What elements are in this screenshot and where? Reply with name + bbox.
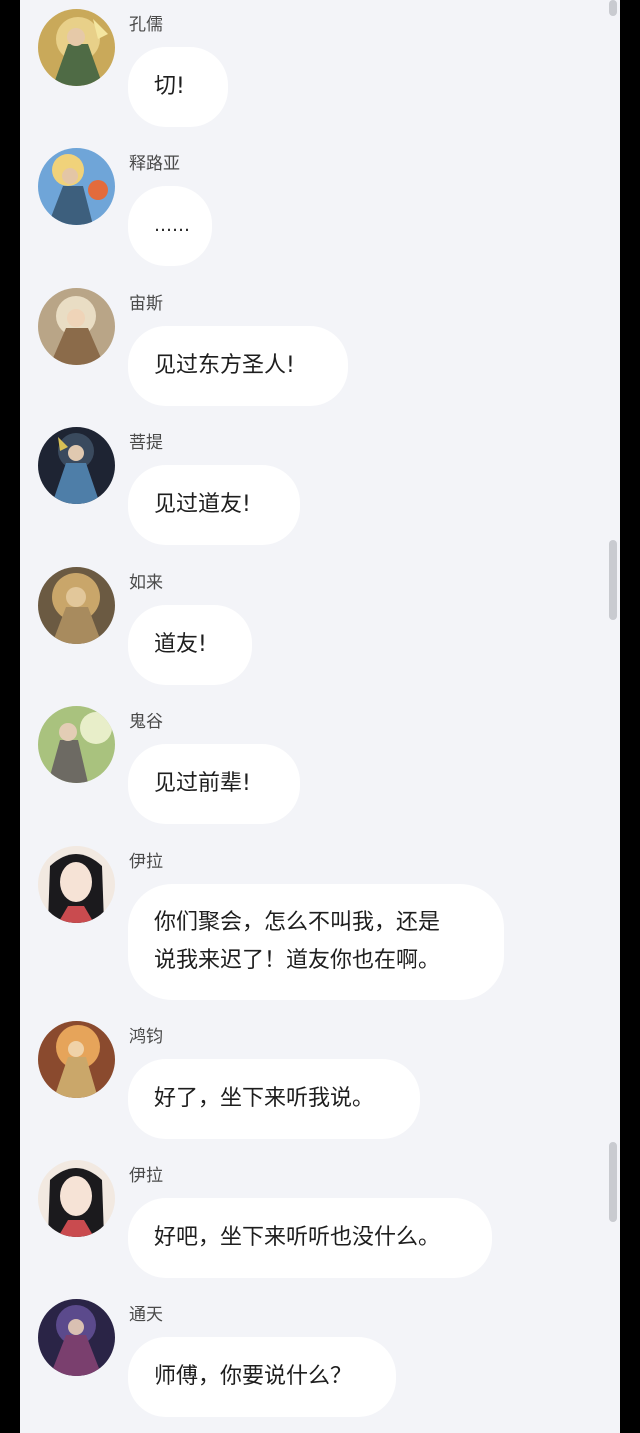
message-text: 师傅，你要说什么？ xyxy=(154,1364,353,1389)
avatar[interactable] xyxy=(38,706,115,783)
message-bubble[interactable]: 师傅，你要说什么？ xyxy=(128,1337,396,1417)
avatar[interactable] xyxy=(38,288,115,365)
message-bubble[interactable]: 见过前辈! xyxy=(128,744,300,824)
message-text: 道友! xyxy=(154,632,207,657)
avatar[interactable] xyxy=(38,567,115,644)
message-text: 你们聚会，怎么不叫我，还是 xyxy=(154,910,441,935)
avatar[interactable] xyxy=(38,148,115,225)
avatar[interactable] xyxy=(38,9,115,86)
message-bubble[interactable]: 道友! xyxy=(128,605,252,685)
message-bubble[interactable]: 你们聚会，怎么不叫我，还是 说我来迟了！道友你也在啊。 xyxy=(128,884,504,1000)
avatar[interactable] xyxy=(38,427,115,504)
message-text: 切! xyxy=(154,74,185,99)
message-bubble[interactable]: …… xyxy=(128,186,212,266)
sender-name: 鬼谷 xyxy=(129,712,163,732)
message-bubble[interactable]: 见过东方圣人! xyxy=(128,326,348,406)
message-text: 好了，坐下来听我说。 xyxy=(154,1086,375,1111)
avatar[interactable] xyxy=(38,1160,115,1237)
message-bubble[interactable]: 好了，坐下来听我说。 xyxy=(128,1059,420,1139)
message-bubble[interactable]: 好吧，坐下来听听也没什么。 xyxy=(128,1198,492,1278)
message-text: 说我来迟了！道友你也在啊。 xyxy=(154,948,441,973)
sender-name: 伊拉 xyxy=(129,1166,163,1186)
sender-name: 释路亚 xyxy=(129,154,180,174)
message-bubble[interactable]: 见过道友! xyxy=(128,465,300,545)
sender-name: 如来 xyxy=(129,573,163,593)
sender-name: 鸿钧 xyxy=(129,1027,163,1047)
sender-name: 菩提 xyxy=(129,433,163,453)
message-text: 见过东方圣人! xyxy=(154,353,295,378)
sender-name: 通天 xyxy=(129,1305,163,1325)
message-text: 好吧，坐下来听听也没什么。 xyxy=(154,1225,441,1250)
avatar[interactable] xyxy=(38,1299,115,1376)
sender-name: 宙斯 xyxy=(129,294,163,314)
message-text: 见过前辈! xyxy=(154,771,251,796)
scrollbar-indicator[interactable] xyxy=(609,1142,617,1222)
sender-name: 孔儒 xyxy=(129,15,163,35)
message-text: …… xyxy=(154,215,190,236)
scrollbar-indicator[interactable] xyxy=(609,0,617,16)
message-text: 见过道友! xyxy=(154,492,251,517)
sender-name: 伊拉 xyxy=(129,852,163,872)
avatar[interactable] xyxy=(38,1021,115,1098)
scrollbar-indicator[interactable] xyxy=(609,540,617,620)
chat-screen[interactable]: 孔儒 切! 释路亚 …… 宙斯 见过东方圣人! 菩提 见过道友! 如来 道友! … xyxy=(20,0,620,1433)
avatar[interactable] xyxy=(38,846,115,923)
message-bubble[interactable]: 切! xyxy=(128,47,228,127)
